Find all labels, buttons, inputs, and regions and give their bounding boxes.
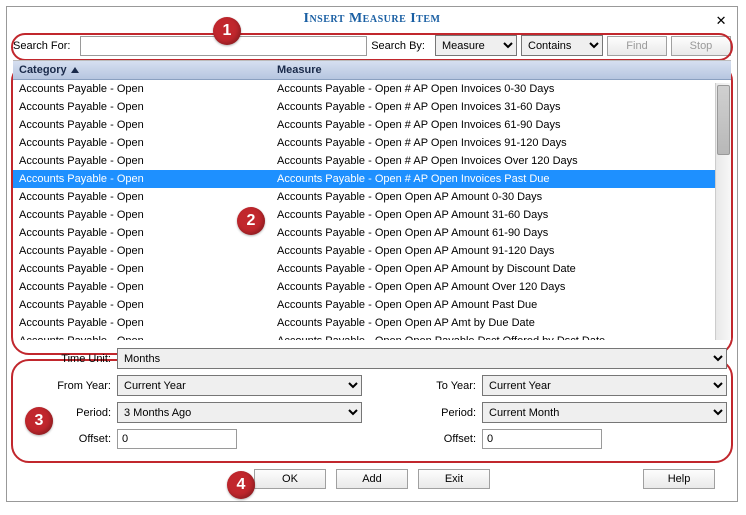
table-row[interactable]: Accounts Payable - OpenAccounts Payable … <box>13 314 731 332</box>
table-row[interactable]: Accounts Payable - OpenAccounts Payable … <box>13 152 731 170</box>
cell-category: Accounts Payable - Open <box>13 278 271 296</box>
ok-button[interactable]: OK <box>254 469 326 489</box>
table-row[interactable]: Accounts Payable - OpenAccounts Payable … <box>13 224 731 242</box>
dialog-title-text: Insert Measure Item <box>304 11 441 26</box>
cell-measure: Accounts Payable - Open # AP Open Invoic… <box>271 170 731 188</box>
cell-category: Accounts Payable - Open <box>13 332 271 340</box>
search-for-label: Search For: <box>13 40 76 52</box>
from-year-label: From Year: <box>17 380 117 392</box>
scrollbar-thumb[interactable] <box>717 85 730 155</box>
time-panel: Time Unit: Months From Year: Current Yea… <box>7 340 737 459</box>
find-button[interactable]: Find <box>607 36 667 56</box>
cell-category: Accounts Payable - Open <box>13 80 271 99</box>
to-period-label: Period: <box>382 407 482 419</box>
cell-measure: Accounts Payable - Open # AP Open Invoic… <box>271 134 731 152</box>
table-row[interactable]: Accounts Payable - OpenAccounts Payable … <box>13 80 731 99</box>
table-row[interactable]: Accounts Payable - OpenAccounts Payable … <box>13 278 731 296</box>
table-row[interactable]: Accounts Payable - OpenAccounts Payable … <box>13 332 731 340</box>
to-column: To Year: Current Year Period: Current Mo… <box>382 375 727 455</box>
cell-measure: Accounts Payable - Open Open AP Amount b… <box>271 260 731 278</box>
cell-category: Accounts Payable - Open <box>13 260 271 278</box>
table-row[interactable]: Accounts Payable - OpenAccounts Payable … <box>13 116 731 134</box>
exit-button[interactable]: Exit <box>418 469 490 489</box>
search-by-select[interactable]: Measure <box>435 35 517 56</box>
col-header-category[interactable]: Category <box>13 61 271 80</box>
cell-measure: Accounts Payable - Open Open AP Amt by D… <box>271 314 731 332</box>
search-by-label: Search By: <box>371 40 431 52</box>
footer-buttons: OK Add Exit Help <box>7 459 737 501</box>
callout-bubble-3: 3 <box>25 407 53 435</box>
cell-measure: Accounts Payable - Open Open AP Amount 6… <box>271 224 731 242</box>
cell-category: Accounts Payable - Open <box>13 98 271 116</box>
cell-measure: Accounts Payable - Open Open AP Amount 3… <box>271 206 731 224</box>
to-offset-label: Offset: <box>382 433 482 445</box>
cell-category: Accounts Payable - Open <box>13 206 271 224</box>
table-row[interactable]: Accounts Payable - OpenAccounts Payable … <box>13 98 731 116</box>
cell-category: Accounts Payable - Open <box>13 116 271 134</box>
sort-asc-icon <box>71 67 79 73</box>
from-offset-input[interactable] <box>117 429 237 449</box>
table-row[interactable]: Accounts Payable - OpenAccounts Payable … <box>13 206 731 224</box>
cell-measure: Accounts Payable - Open Open Payable Dsc… <box>271 332 731 340</box>
cell-measure: Accounts Payable - Open Open AP Amount O… <box>271 278 731 296</box>
cell-category: Accounts Payable - Open <box>13 134 271 152</box>
callout-bubble-4: 4 <box>227 471 255 499</box>
cell-category: Accounts Payable - Open <box>13 242 271 260</box>
callout-bubble-1: 1 <box>213 17 241 45</box>
close-icon[interactable]: ✕ <box>716 13 727 29</box>
cell-category: Accounts Payable - Open <box>13 170 271 188</box>
table-row[interactable]: Accounts Payable - OpenAccounts Payable … <box>13 170 731 188</box>
from-column: From Year: Current Year Period: 3 Months… <box>17 375 362 455</box>
cell-category: Accounts Payable - Open <box>13 296 271 314</box>
time-unit-select[interactable]: Months <box>117 348 727 369</box>
cell-measure: Accounts Payable - Open # AP Open Invoic… <box>271 80 731 99</box>
table-row[interactable]: Accounts Payable - OpenAccounts Payable … <box>13 188 731 206</box>
help-button[interactable]: Help <box>643 469 715 489</box>
col-header-measure[interactable]: Measure <box>271 61 731 80</box>
cell-measure: Accounts Payable - Open Open AP Amount 0… <box>271 188 731 206</box>
cell-measure: Accounts Payable - Open Open AP Amount P… <box>271 296 731 314</box>
stop-button[interactable]: Stop <box>671 36 731 56</box>
table-row[interactable]: Accounts Payable - OpenAccounts Payable … <box>13 242 731 260</box>
to-offset-input[interactable] <box>482 429 602 449</box>
cell-measure: Accounts Payable - Open Open AP Amount 9… <box>271 242 731 260</box>
callout-bubble-2: 2 <box>237 207 265 235</box>
measure-list: Category Measure Accounts Payable - Open… <box>13 60 731 340</box>
cell-category: Accounts Payable - Open <box>13 188 271 206</box>
cell-category: Accounts Payable - Open <box>13 314 271 332</box>
from-offset-label: Offset: <box>17 433 117 445</box>
to-year-label: To Year: <box>382 380 482 392</box>
measure-table: Category Measure Accounts Payable - Open… <box>13 61 731 340</box>
from-period-select[interactable]: 3 Months Ago <box>117 402 362 423</box>
time-unit-label: Time Unit: <box>17 353 117 365</box>
to-year-select[interactable]: Current Year <box>482 375 727 396</box>
cell-measure: Accounts Payable - Open # AP Open Invoic… <box>271 116 731 134</box>
cell-category: Accounts Payable - Open <box>13 152 271 170</box>
from-year-select[interactable]: Current Year <box>117 375 362 396</box>
cell-category: Accounts Payable - Open <box>13 224 271 242</box>
dialog-title: Insert Measure Item ✕ <box>7 7 737 33</box>
scrollbar[interactable] <box>715 83 731 340</box>
dialog-window: 1 2 3 4 Insert Measure Item ✕ Search For… <box>6 6 738 502</box>
table-row[interactable]: Accounts Payable - OpenAccounts Payable … <box>13 260 731 278</box>
table-row[interactable]: Accounts Payable - OpenAccounts Payable … <box>13 134 731 152</box>
add-button[interactable]: Add <box>336 469 408 489</box>
search-bar: Search For: Search By: Measure Contains … <box>7 33 737 60</box>
cell-measure: Accounts Payable - Open # AP Open Invoic… <box>271 98 731 116</box>
search-match-select[interactable]: Contains <box>521 35 603 56</box>
to-period-select[interactable]: Current Month <box>482 402 727 423</box>
cell-measure: Accounts Payable - Open # AP Open Invoic… <box>271 152 731 170</box>
table-row[interactable]: Accounts Payable - OpenAccounts Payable … <box>13 296 731 314</box>
